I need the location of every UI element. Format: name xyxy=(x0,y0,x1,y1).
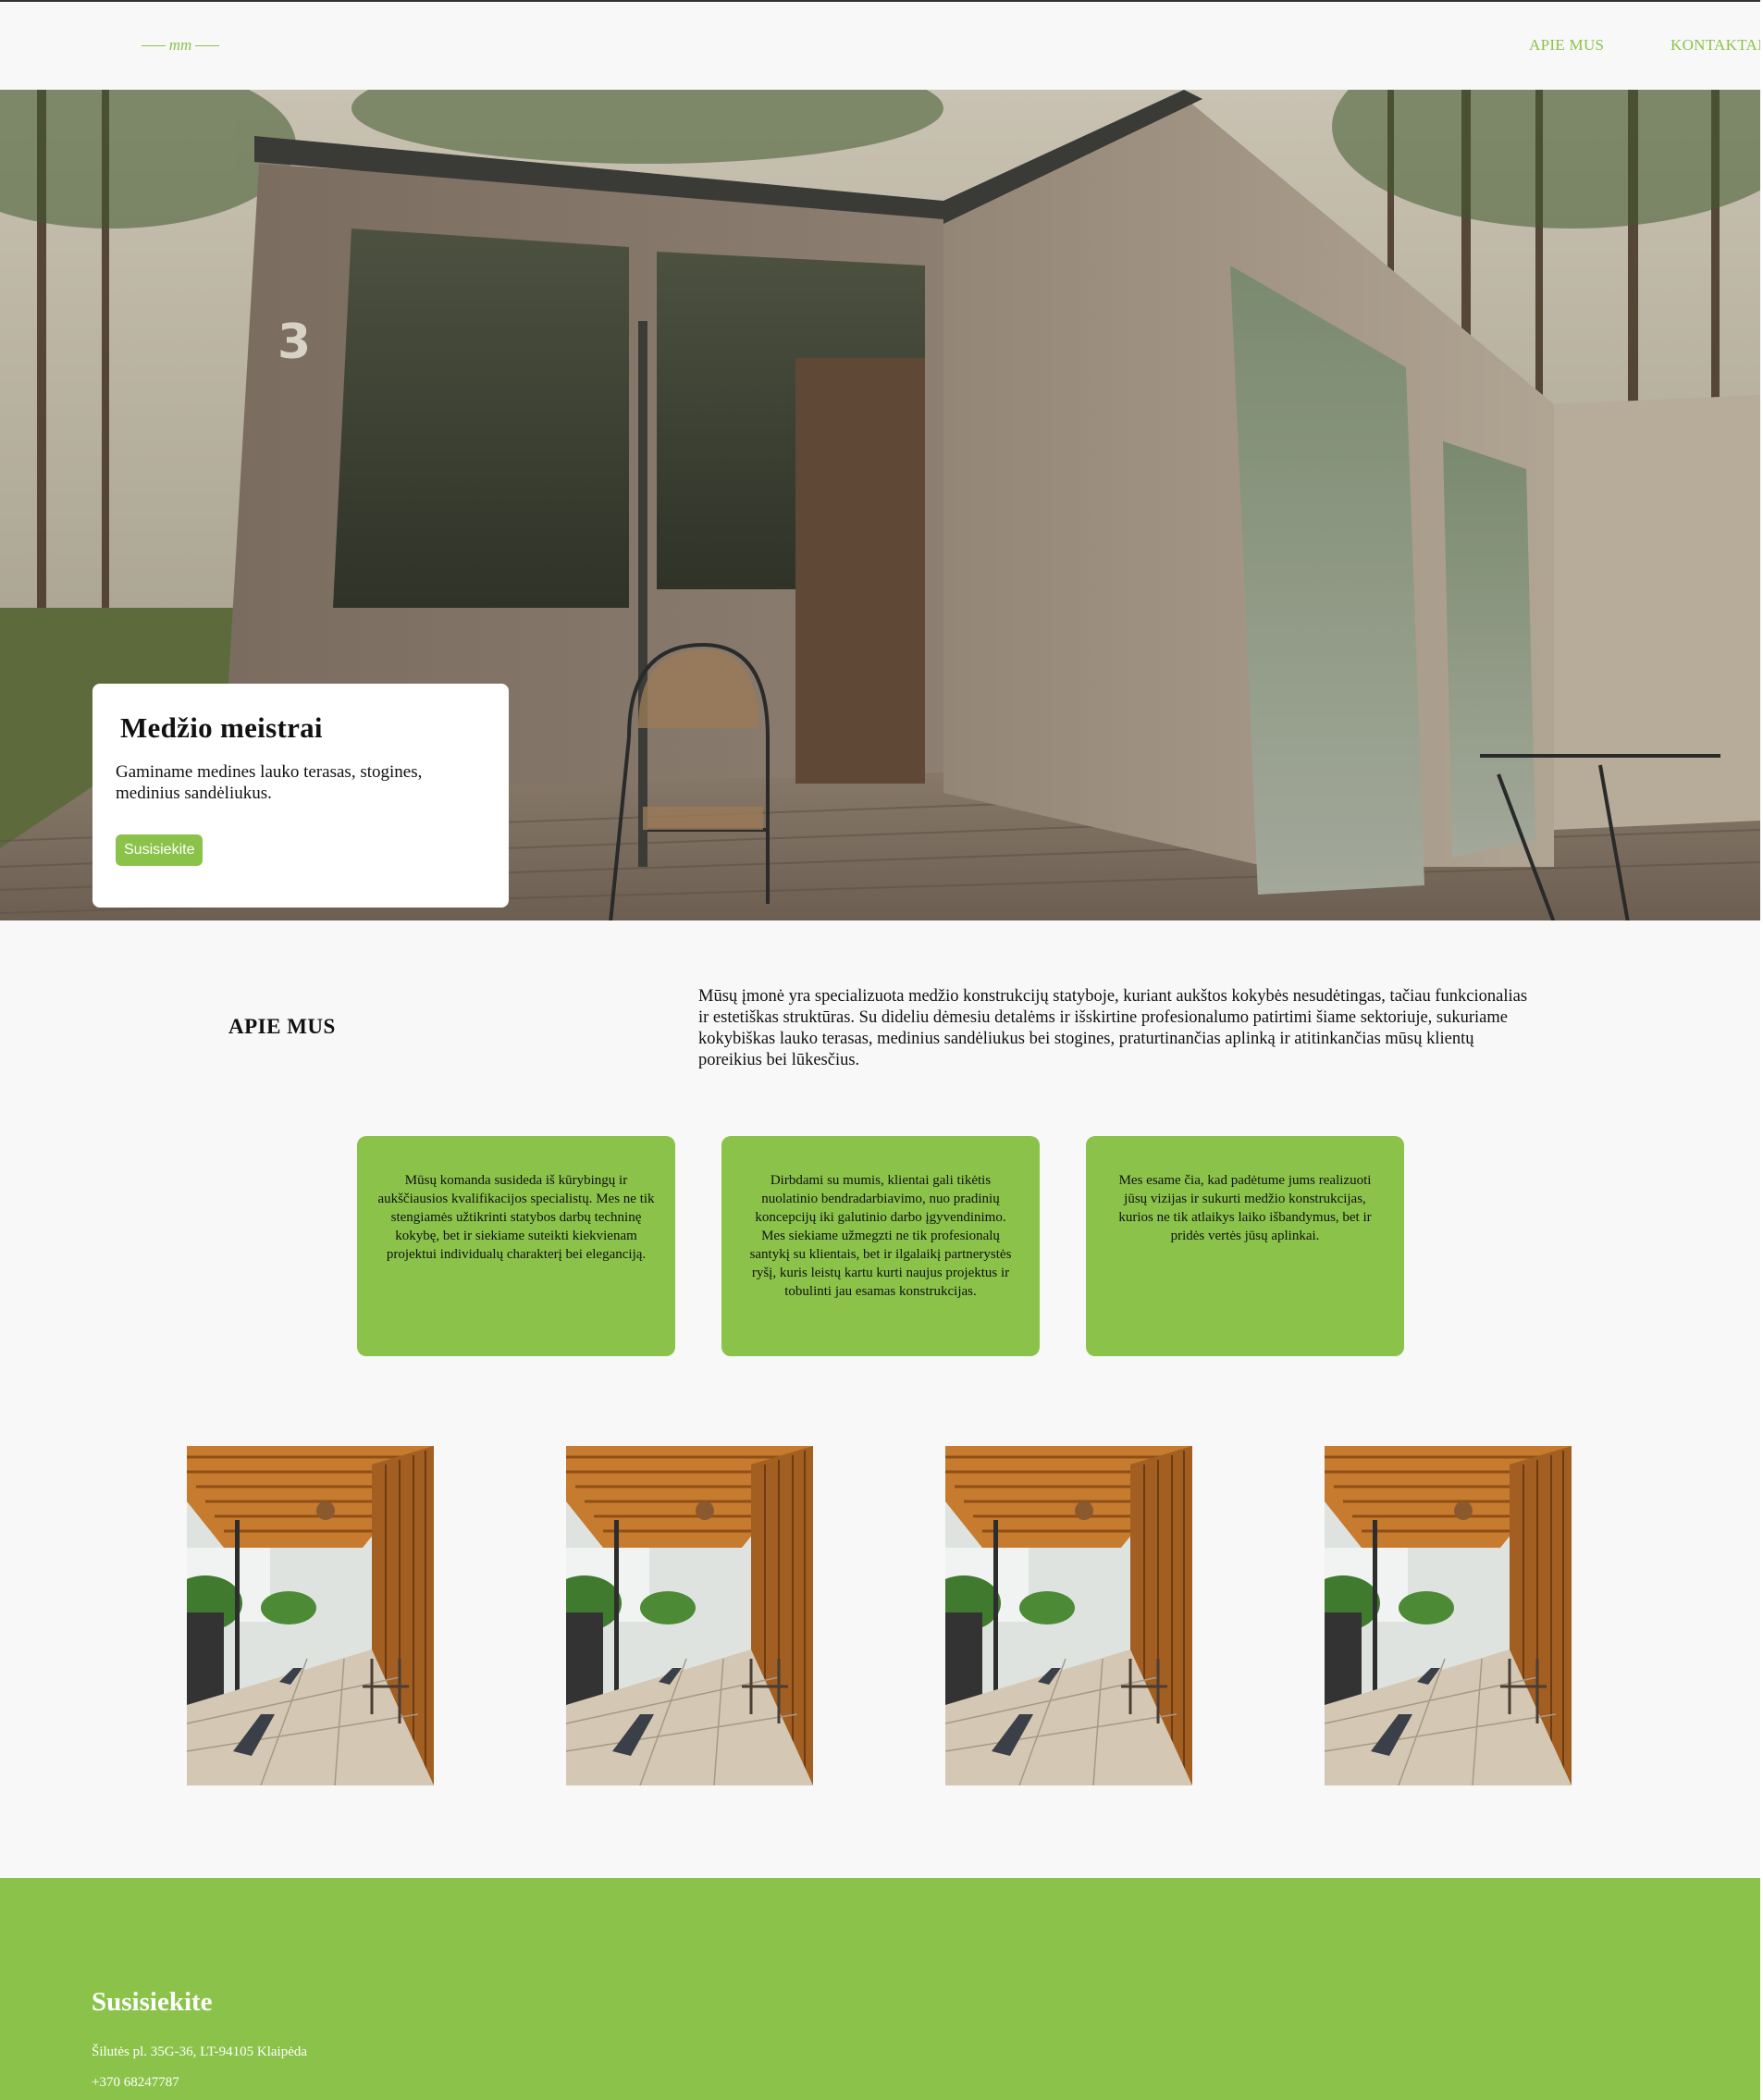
page: mm APIE MUS KONTAKTAI 3 Medžio meistrai … xyxy=(0,0,1760,2100)
hero-title: Medžio meistrai xyxy=(120,711,323,744)
site-header: mm APIE MUS KONTAKTAI xyxy=(0,2,1760,90)
info-card-text: Dirbdami su mumis, klientai gali tikėtis… xyxy=(749,1173,1012,1299)
site-footer: Susisiekite Šilutės pl. 35G-36, LT-94105… xyxy=(0,1878,1760,2100)
pergola-photo xyxy=(1325,1446,1572,1785)
hero-section: 3 Medžio meistrai Gaminame medines lauko… xyxy=(0,90,1760,920)
gallery-image-4[interactable] xyxy=(1325,1446,1572,1785)
footer-address: Šilutės pl. 35G-36, LT-94105 Klaipėda xyxy=(92,2044,308,2059)
pergola-photo xyxy=(187,1446,434,1785)
cabin-number: 3 xyxy=(277,315,311,370)
info-card-text: Mes esame čia, kad padėtume jums realizu… xyxy=(1118,1173,1372,1243)
about-text: Mūsų įmonė yra specializuota medžio kons… xyxy=(698,987,1528,1069)
nav-link-apie-mus[interactable]: APIE MUS xyxy=(1529,36,1604,55)
gallery-image-1[interactable] xyxy=(187,1446,434,1785)
info-card-text: Mūsų komanda susideda iš kūrybingų ir au… xyxy=(377,1173,655,1262)
info-card-1: Mūsų komanda susideda iš kūrybingų ir au… xyxy=(357,1136,675,1356)
hero-subtitle: Gaminame medines lauko terasas, stogines… xyxy=(116,762,423,803)
gallery-image-2[interactable] xyxy=(566,1446,813,1785)
nav-link-kontaktai[interactable]: KONTAKTAI xyxy=(1671,36,1760,55)
pergola-photo xyxy=(945,1446,1192,1785)
info-card-2: Dirbdami su mumis, klientai gali tikėtis… xyxy=(721,1136,1040,1356)
footer-phone[interactable]: +370 68247787 xyxy=(92,2075,179,2091)
logo-line-right xyxy=(195,44,220,46)
logo[interactable]: mm xyxy=(139,22,222,68)
gallery-image-3[interactable] xyxy=(945,1446,1192,1785)
pergola-photo xyxy=(566,1446,813,1785)
hero-card: Medžio meistrai Gaminame medines lauko t… xyxy=(92,684,509,908)
logo-line-left xyxy=(141,44,166,46)
footer-title: Susisiekite xyxy=(92,1987,213,2017)
logo-text: mm xyxy=(168,36,192,54)
contact-button[interactable]: Susisiekite xyxy=(116,834,203,866)
about-title: APIE MUS xyxy=(228,1015,336,1038)
info-card-3: Mes esame čia, kad padėtume jums realizu… xyxy=(1086,1136,1404,1356)
